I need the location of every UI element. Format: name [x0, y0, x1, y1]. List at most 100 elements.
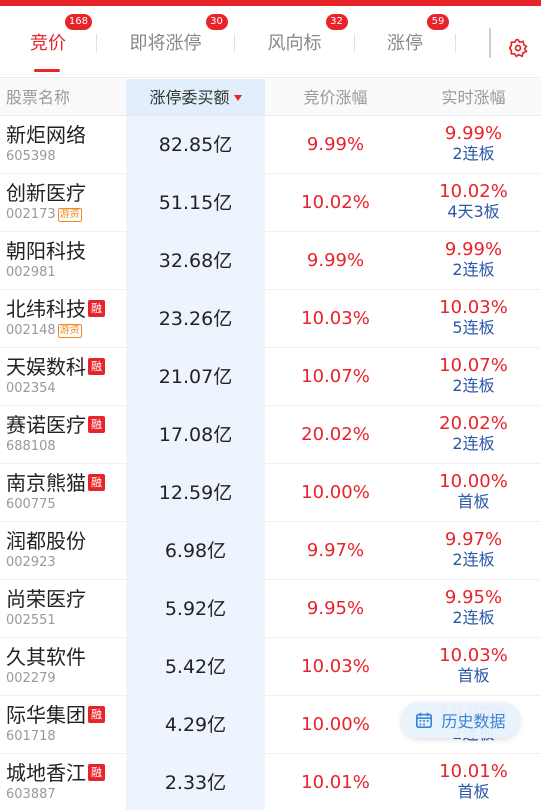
auction-change: 9.97%	[306, 540, 365, 561]
stock-code: 002551	[6, 613, 56, 628]
tab-label: 即将涨停	[129, 33, 202, 54]
realtime-change: 9.97%	[444, 529, 503, 550]
auction-change: 9.99%	[306, 134, 365, 155]
col-header-realtime-change[interactable]: 实时涨幅	[406, 79, 541, 116]
stock-name: 润都股份	[6, 528, 86, 554]
consecutive-board: 2连板	[452, 260, 495, 279]
stock-code-line: 002148 游资	[6, 322, 105, 340]
hot-money-tag: 游资	[57, 324, 82, 338]
realtime-change: 9.99%	[444, 123, 503, 144]
stock-name: 创新医疗	[6, 180, 86, 206]
table-row[interactable]: 朝阳科技 002981 32.68亿 9.99% 9.99% 2连板	[0, 232, 541, 290]
stock-code-line: 605398	[6, 148, 86, 166]
stock-code: 002148	[6, 323, 56, 338]
stock-code-line: 603887	[6, 786, 105, 804]
stock-name-text: 城地香江	[6, 761, 86, 785]
margin-trading-badge: 融	[88, 706, 105, 723]
calendar-icon	[416, 712, 433, 729]
tab-wind-vane[interactable]: 风向标 32	[235, 6, 354, 78]
table-row[interactable]: 赛诺医疗融 688108 17.08亿 20.02% 20.02% 2连板	[0, 406, 541, 464]
table-row[interactable]: 创新医疗 002173 游资 51.15亿 10.02% 10.02% 4天3板	[0, 174, 541, 232]
margin-trading-badge: 融	[88, 300, 105, 317]
stock-name-text: 创新医疗	[6, 181, 86, 205]
stock-name: 北纬科技融	[6, 296, 105, 322]
bid-amount: 32.68亿	[158, 250, 233, 272]
col-header-label: 涨停委买额	[149, 88, 230, 107]
consecutive-board: 首板	[457, 492, 490, 511]
stock-name: 天娱数科融	[6, 354, 105, 380]
auction-change: 10.02%	[301, 192, 370, 213]
tab-badge: 30	[205, 14, 228, 30]
auction-change: 10.03%	[301, 308, 370, 329]
tab-scroll-edge	[489, 28, 491, 58]
stock-name-text: 久其软件	[6, 645, 86, 669]
consecutive-board: 2连板	[452, 376, 495, 395]
bid-amount: 51.15亿	[158, 192, 233, 214]
auction-change: 20.02%	[301, 424, 370, 445]
stock-code: 688108	[6, 439, 56, 454]
tab-auction[interactable]: 竞价 168	[0, 6, 96, 78]
stock-code: 600775	[6, 497, 56, 512]
tab-badge: 59	[427, 14, 449, 30]
col-header-bid-amount[interactable]: 涨停委买额	[126, 79, 265, 116]
stock-name-text: 际华集团	[6, 703, 86, 727]
realtime-change: 9.95%	[444, 587, 503, 608]
realtime-change: 10.00%	[439, 471, 508, 492]
stock-name-text: 新炬网络	[6, 123, 86, 147]
consecutive-board: 首板	[457, 666, 490, 685]
history-data-button[interactable]: 历史数据	[401, 702, 520, 738]
table-row[interactable]: 南京熊猫融 600775 12.59亿 10.00% 10.00% 首板	[0, 464, 541, 522]
tab-bar: 竞价 168 即将涨停 30 风向标 32 涨停 59	[0, 6, 541, 78]
realtime-change-cell: 10.01% 首板	[406, 762, 541, 802]
gear-icon[interactable]	[500, 30, 536, 66]
margin-trading-badge: 融	[88, 764, 105, 781]
stock-name: 赛诺医疗融	[6, 412, 105, 438]
stock-name-text: 润都股份	[6, 529, 86, 553]
bid-amount: 4.29亿	[164, 714, 227, 736]
stock-code: 605398	[6, 149, 56, 164]
stock-code-line: 601718	[6, 728, 105, 746]
stock-code-line: 002551	[6, 612, 86, 630]
tab-near-limit-up[interactable]: 即将涨停 30	[97, 6, 234, 78]
realtime-change-cell: 9.99% 2连板	[406, 124, 541, 164]
auction-change: 9.95%	[306, 598, 365, 619]
realtime-change-cell: 10.00% 首板	[406, 472, 541, 512]
auction-change: 10.07%	[301, 366, 370, 387]
stock-name-cell: 赛诺医疗融 688108	[6, 412, 105, 456]
stock-name-cell: 天娱数科融 002354	[6, 354, 105, 398]
stock-code: 002279	[6, 671, 56, 686]
stock-code-line: 688108	[6, 438, 105, 456]
realtime-change: 20.02%	[439, 413, 508, 434]
table-row[interactable]: 润都股份 002923 6.98亿 9.97% 9.97% 2连板	[0, 522, 541, 580]
realtime-change-cell: 10.07% 2连板	[406, 356, 541, 396]
col-header-auction-change[interactable]: 竞价涨幅	[265, 79, 406, 116]
auction-change: 10.00%	[301, 714, 370, 735]
bid-amount: 5.92亿	[164, 598, 227, 620]
realtime-change-cell: 10.02% 4天3板	[406, 182, 541, 222]
stock-name: 际华集团融	[6, 702, 105, 728]
table-row[interactable]: 新炬网络 605398 82.85亿 9.99% 9.99% 2连板	[0, 116, 541, 174]
table-row[interactable]: 城地香江融 603887 2.33亿 10.01% 10.01% 首板	[0, 754, 541, 810]
table-row[interactable]: 尚荣医疗 002551 5.92亿 9.95% 9.95% 2连板	[0, 580, 541, 638]
table-row[interactable]: 天娱数科融 002354 21.07亿 10.07% 10.07% 2连板	[0, 348, 541, 406]
bid-amount: 82.85亿	[158, 134, 233, 156]
realtime-change: 10.01%	[439, 761, 508, 782]
consecutive-board: 2连板	[452, 434, 495, 453]
table-row[interactable]: 久其软件 002279 5.42亿 10.03% 10.03% 首板	[0, 638, 541, 696]
realtime-change-cell: 10.03% 首板	[406, 646, 541, 686]
realtime-change: 10.07%	[439, 355, 508, 376]
realtime-change-cell: 20.02% 2连板	[406, 414, 541, 454]
tab-label: 风向标	[267, 33, 322, 54]
realtime-change: 10.03%	[439, 645, 508, 666]
realtime-change: 10.02%	[439, 181, 508, 202]
tab-badge: 32	[325, 14, 348, 30]
realtime-change-cell: 9.97% 2连板	[406, 530, 541, 570]
tab-limit-up[interactable]: 涨停 59	[355, 6, 455, 78]
bid-amount: 17.08亿	[158, 424, 233, 446]
col-header-stock-name[interactable]: 股票名称	[6, 79, 70, 116]
bid-amount: 21.07亿	[158, 366, 233, 388]
stock-code: 002981	[6, 265, 56, 280]
stock-name-text: 尚荣医疗	[6, 587, 86, 611]
stock-code: 002173	[6, 207, 56, 222]
table-row[interactable]: 北纬科技融 002148 游资 23.26亿 10.03% 10.03% 5连板	[0, 290, 541, 348]
